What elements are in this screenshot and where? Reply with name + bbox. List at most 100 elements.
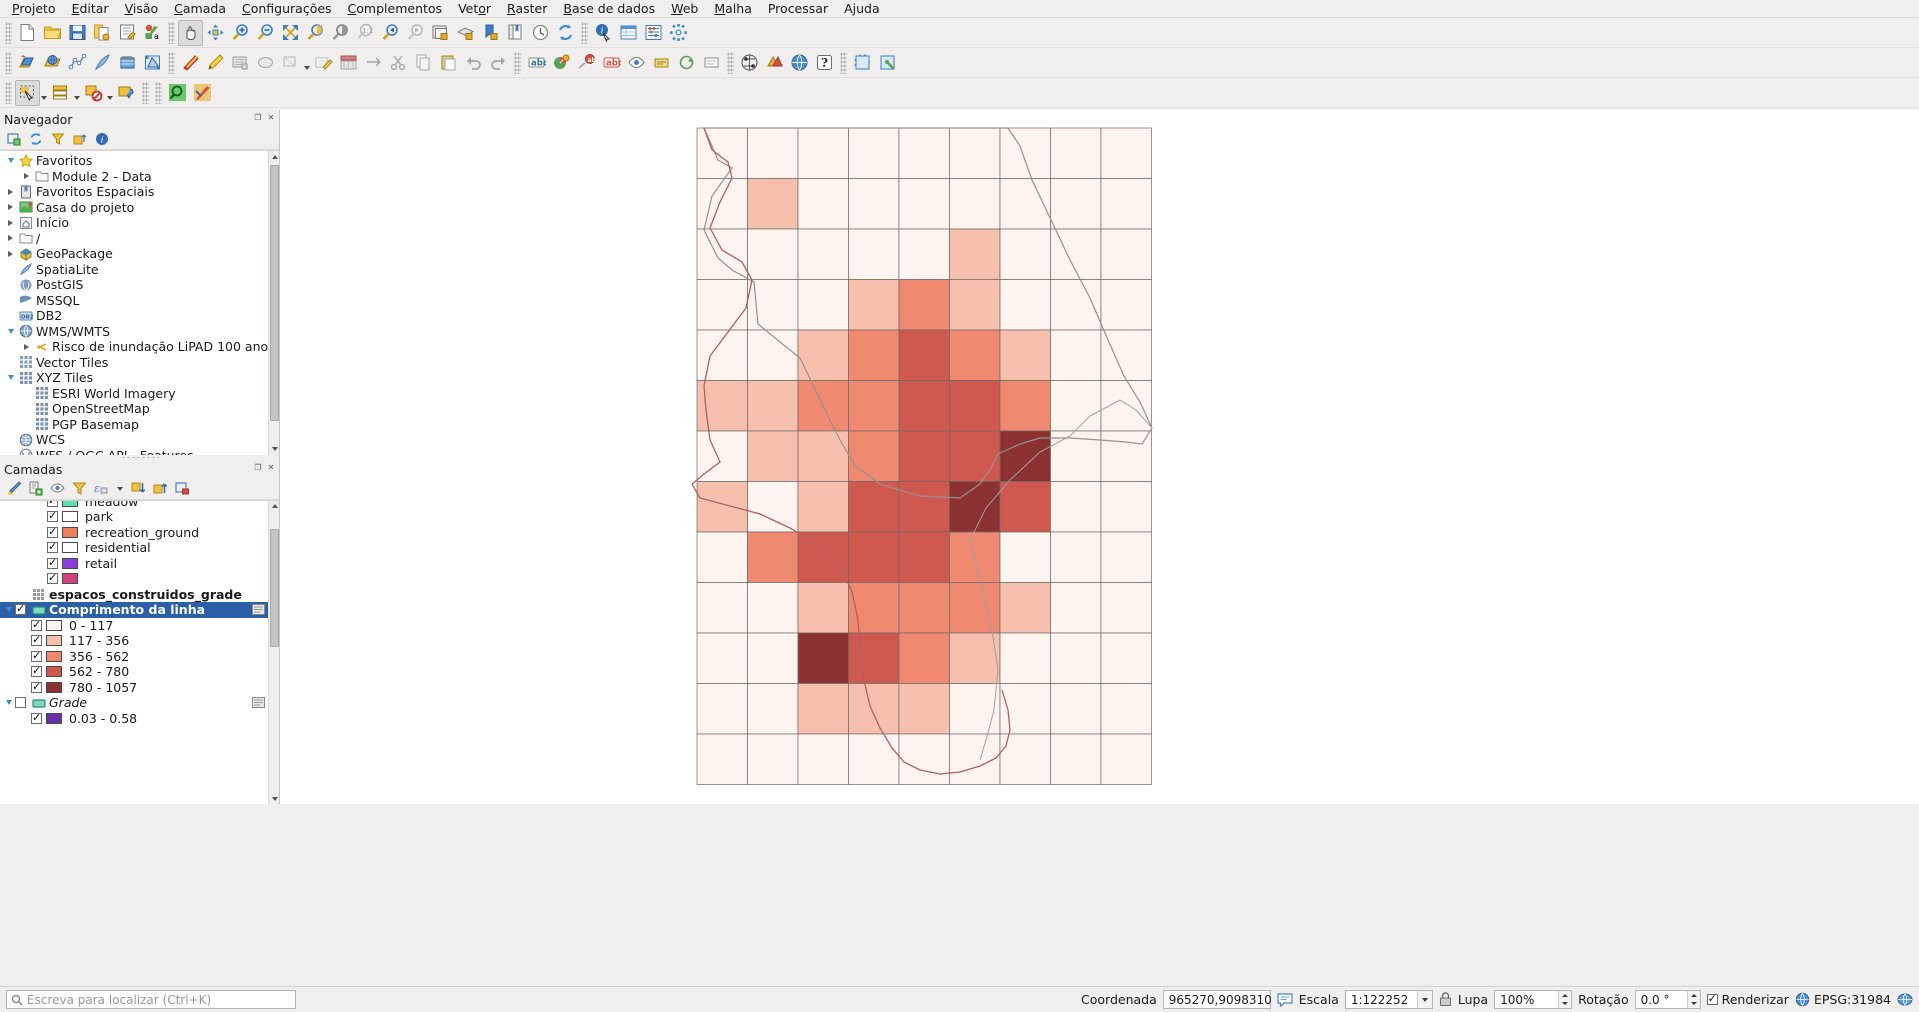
menu-item-raster[interactable]: Raster — [499, 0, 555, 18]
remove-layer-icon[interactable] — [175, 481, 190, 496]
modify-attributes-icon[interactable] — [311, 50, 336, 76]
layer-visibility-checkbox[interactable] — [31, 618, 42, 631]
new-3d-view-icon[interactable] — [453, 20, 478, 46]
navegador-item[interactable]: DB2 DB2 — [0, 308, 279, 324]
toolbar-grip[interactable] — [155, 81, 162, 104]
zoom-magnifier-icon[interactable] — [165, 80, 190, 106]
layer-visibility-checkbox[interactable] — [31, 649, 42, 662]
new-print-layout-icon[interactable] — [115, 20, 140, 46]
rotate-label-icon[interactable] — [674, 50, 699, 76]
navegador-item[interactable]: GeoPackage — [0, 246, 279, 262]
navegador-item[interactable]: PostGIS — [0, 277, 279, 293]
navegador-item[interactable]: PGP Basemap — [0, 417, 279, 433]
menu-item-web[interactable]: Web — [663, 0, 706, 18]
navegador-item[interactable]: ESRI World Imagery — [0, 386, 279, 402]
scroll-up-icon[interactable] — [269, 500, 279, 512]
scale-combo[interactable]: 1:122252 — [1344, 990, 1433, 1009]
chevron-down-icon[interactable] — [1416, 991, 1432, 1008]
toolbar-grip[interactable] — [5, 81, 12, 104]
manage-visibility-icon[interactable] — [50, 481, 65, 496]
close-panel-icon[interactable]: ✕ — [266, 113, 276, 123]
editable-layer-icon[interactable] — [252, 604, 265, 616]
open-attribute-table-icon[interactable] — [616, 20, 641, 46]
layer-visibility-checkbox[interactable] — [31, 664, 42, 678]
zoom-in-icon[interactable] — [228, 20, 253, 46]
chevron-right-icon[interactable] — [4, 188, 17, 195]
data-source-manager-icon[interactable] — [15, 50, 40, 76]
cut-features-icon[interactable] — [386, 50, 411, 76]
chevron-down-icon[interactable] — [2, 607, 15, 613]
chevron-right-icon[interactable] — [4, 204, 17, 211]
layer-visibility-checkbox[interactable] — [47, 500, 58, 507]
add-polygon-icon[interactable] — [278, 50, 303, 76]
navegador-item[interactable]: WFS / OGC API - Features — [0, 448, 279, 455]
globe-icon[interactable] — [1897, 992, 1913, 1007]
layer-visibility-checkbox[interactable] — [47, 509, 58, 523]
navegador-item[interactable]: Vector Tiles — [0, 355, 279, 371]
camadas-tree[interactable]: meadowparkrecreation_groundresidentialre… — [0, 499, 279, 804]
map-canvas-area[interactable] — [280, 110, 1919, 804]
filter-icon[interactable] — [50, 132, 65, 147]
filter-legend-icon[interactable] — [72, 481, 87, 496]
navegador-item[interactable]: Início — [0, 215, 279, 231]
zoom-next-icon[interactable] — [403, 20, 428, 46]
legend-symbol-row[interactable]: recreation_ground — [0, 525, 279, 541]
layer-visibility-checkbox[interactable] — [47, 540, 58, 554]
zoom-to-layer-icon[interactable] — [328, 20, 353, 46]
chevron-down-icon[interactable] — [40, 80, 48, 106]
add-wms-layer-icon[interactable] — [40, 50, 65, 76]
measure-icon[interactable] — [190, 80, 215, 106]
style-manager-icon[interactable]: a — [140, 20, 165, 46]
scroll-up-icon[interactable] — [269, 151, 279, 162]
copy-features-icon[interactable] — [411, 50, 436, 76]
legend-symbol-row[interactable]: residential — [0, 540, 279, 556]
float-panel-icon[interactable]: ❐ — [253, 463, 263, 473]
locator-search-input[interactable]: Escreva para localizar (Ctrl+K) — [6, 990, 296, 1009]
chevron-down-icon[interactable] — [4, 328, 17, 334]
chevron-down-icon[interactable] — [2, 700, 15, 706]
scroll-down-icon[interactable] — [269, 793, 279, 804]
statistics-icon[interactable] — [641, 20, 666, 46]
web-icon[interactable] — [787, 50, 812, 76]
menu-item-malha[interactable]: Malha — [706, 0, 760, 18]
help-icon[interactable]: ? — [812, 50, 837, 76]
navegador-item[interactable]: Favoritos — [0, 153, 279, 169]
float-panel-icon[interactable]: ❐ — [253, 113, 263, 123]
rotation-field[interactable]: 0.0 ° — [1634, 990, 1701, 1009]
layer-row[interactable]: Comprimento da linha — [0, 602, 279, 618]
add-feature-icon[interactable] — [253, 50, 278, 76]
label-icon[interactable]: abc — [524, 50, 549, 76]
pan-map-icon[interactable] — [178, 19, 203, 46]
menu-item-editar[interactable]: Editar — [64, 0, 117, 18]
map-render[interactable] — [280, 110, 1918, 804]
select-by-location-icon[interactable] — [114, 80, 139, 106]
show-hide-labels-icon[interactable] — [624, 50, 649, 76]
plugin-manager-icon[interactable] — [875, 50, 900, 76]
scrollbar-thumb[interactable] — [270, 528, 279, 647]
legend-class-row[interactable]: 356 - 562 — [0, 649, 279, 665]
change-label-icon[interactable] — [699, 50, 724, 76]
chevron-down-icon[interactable] — [4, 158, 17, 164]
magnifier-field[interactable]: 100% — [1494, 990, 1573, 1009]
move-label-icon[interactable] — [649, 50, 674, 76]
python-console-icon[interactable] — [762, 50, 787, 76]
toggle-editing-icon[interactable] — [203, 50, 228, 76]
menu-item-vis-o[interactable]: Visão — [117, 0, 167, 18]
select-by-value-icon[interactable] — [48, 80, 73, 106]
toolbar-grip[interactable] — [168, 21, 175, 44]
save-layer-edits-icon[interactable] — [228, 50, 253, 76]
add-group-icon[interactable] — [28, 481, 43, 496]
close-panel-icon[interactable]: ✕ — [266, 463, 276, 473]
menu-item-projeto[interactable]: Projeto — [4, 0, 64, 18]
navegador-item[interactable]: Casa do projeto — [0, 200, 279, 216]
scroll-down-icon[interactable] — [269, 443, 279, 455]
zoom-full-icon[interactable] — [278, 20, 303, 46]
chevron-down-icon[interactable] — [106, 80, 114, 106]
navegador-item[interactable]: OpenStreetMap — [0, 401, 279, 417]
toolbar-grip[interactable] — [514, 51, 521, 74]
rotation-stepper[interactable] — [1686, 991, 1700, 1008]
toolbar-grip[interactable] — [5, 51, 12, 74]
highlight-labels-icon[interactable]: abc — [574, 50, 599, 76]
layer-visibility-checkbox[interactable] — [15, 602, 26, 616]
undo-icon[interactable] — [461, 50, 486, 76]
